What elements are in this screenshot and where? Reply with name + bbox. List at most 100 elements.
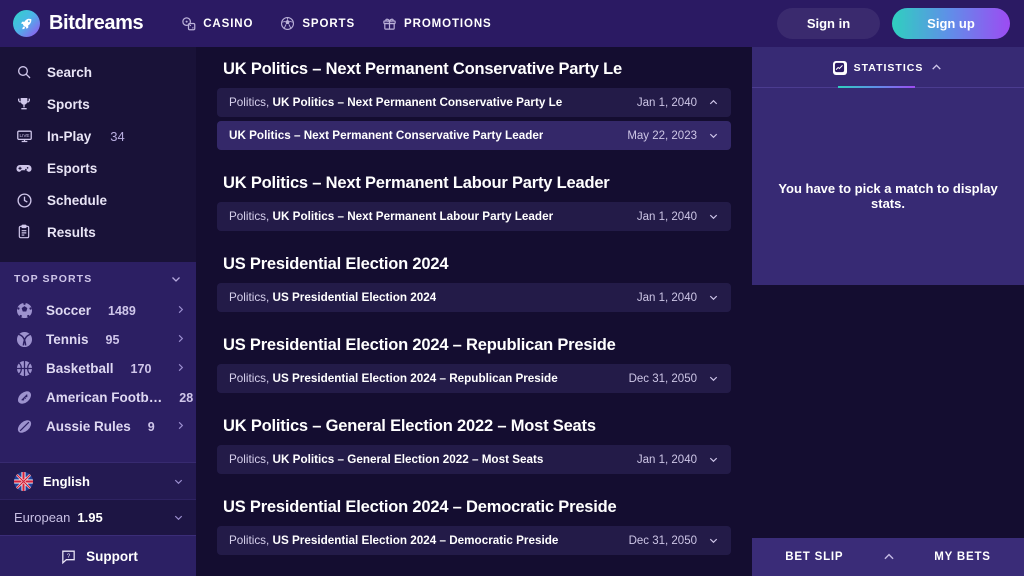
top-sport-label-tennis: Tennis	[46, 332, 89, 347]
clock-icon	[14, 190, 34, 210]
gift-icon	[381, 16, 397, 32]
left-sidebar: Search Sports LIVE In-Play 34 Esports Sc…	[0, 47, 196, 576]
brand-logo[interactable]: Bitdreams	[13, 10, 144, 37]
event-group-title: UK Politics – Next Permanent Conservativ…	[223, 60, 622, 78]
event-row-text: Politics, UK Politics – Next Permanent C…	[229, 96, 562, 109]
top-sport-american-football[interactable]: American Footb… 28	[0, 383, 196, 412]
event-row[interactable]: Politics, UK Politics – Next Permanent L…	[217, 202, 731, 231]
sign-in-button[interactable]: Sign in	[777, 8, 880, 39]
event-row[interactable]: Politics, US Presidential Election 2024 …	[217, 526, 731, 555]
event-row-name: US Presidential Election 2024 – Democrat…	[272, 534, 559, 547]
event-row-date: Jan 1, 2040	[636, 291, 697, 304]
language-selector[interactable]: English	[0, 462, 196, 499]
aussie-rules-ball-icon	[14, 416, 35, 437]
event-row-date: Jan 1, 2040	[636, 453, 697, 466]
sidebar-label-results: Results	[47, 224, 96, 240]
sidebar-label-schedule: Schedule	[47, 192, 108, 208]
top-sports-title: TOP SPORTS	[14, 273, 93, 285]
statistics-icon	[832, 60, 847, 75]
chevron-down-icon[interactable]	[707, 454, 719, 465]
sidebar-item-in-play[interactable]: LIVE In-Play 34	[0, 120, 196, 152]
nav-label-sports: SPORTS	[302, 17, 356, 30]
nav-item-promotions[interactable]: PROMOTIONS	[381, 16, 492, 32]
svg-text:LIVE: LIVE	[19, 132, 29, 137]
event-group-title: US Presidential Election 2024 – Republic…	[223, 336, 616, 354]
clipboard-icon	[14, 222, 34, 242]
bet-slip-button[interactable]: BET SLIP	[785, 551, 843, 563]
top-sport-count-american-football: 28	[179, 390, 194, 405]
top-sport-label-basketball: Basketball	[46, 361, 114, 376]
top-sport-tennis[interactable]: Tennis 95	[0, 325, 196, 354]
sidebar-label-search: Search	[47, 64, 93, 80]
event-row-date: Jan 1, 2040	[636, 210, 697, 223]
sidebar-count-in-play: 34	[110, 128, 125, 144]
brand-name: Bitdreams	[49, 12, 144, 34]
event-row-name: US Presidential Election 2024 – Republic…	[272, 372, 558, 385]
event-group: UK Politics – General Election 2022 – Mo…	[217, 404, 731, 474]
event-row-name: UK Politics – General Election 2022 – Mo…	[272, 453, 544, 466]
sidebar-label-sports: Sports	[47, 96, 90, 112]
event-row[interactable]: UK Politics – Next Permanent Conservativ…	[217, 121, 731, 150]
trophy-icon	[14, 94, 34, 114]
top-sport-basketball[interactable]: Basketball 170	[0, 354, 196, 383]
nav-item-sports[interactable]: SPORTS	[279, 16, 355, 32]
event-row-text: Politics, UK Politics – General Election…	[229, 453, 543, 466]
statistics-tab[interactable]: STATISTICS	[752, 47, 1024, 88]
chevron-down-icon	[173, 476, 184, 487]
top-sport-count-soccer: 1489	[108, 303, 136, 318]
event-row[interactable]: Politics, UK Politics – General Election…	[217, 445, 731, 474]
event-row-category: Politics,	[229, 96, 270, 109]
sidebar-label-in-play: In-Play	[47, 128, 92, 144]
event-row-name: US Presidential Election 2024	[272, 291, 437, 304]
sidebar-item-search[interactable]: Search	[0, 56, 196, 88]
support-button[interactable]: ? Support	[0, 535, 196, 576]
my-bets-button[interactable]: MY BETS	[934, 551, 991, 563]
nav-item-casino[interactable]: CASINO	[180, 16, 253, 32]
event-row[interactable]: Politics, US Presidential Election 2024 …	[217, 364, 731, 393]
sidebar-item-esports[interactable]: Esports	[0, 152, 196, 184]
chevron-down-icon[interactable]	[707, 292, 719, 303]
event-group: US Presidential Election 2024 Politics, U…	[217, 242, 731, 312]
chevron-down-icon[interactable]	[707, 535, 719, 546]
sidebar-item-schedule[interactable]: Schedule	[0, 184, 196, 216]
event-row[interactable]: Politics, US Presidential Election 2024 J…	[217, 283, 731, 312]
header-actions: Sign in Sign up	[777, 8, 1010, 39]
event-row-category: Politics,	[229, 453, 270, 466]
event-group: US Presidential Election 2024 – Republic…	[217, 323, 731, 393]
event-row-name: UK Politics – Next Permanent Labour Part…	[272, 210, 554, 223]
event-row-date: May 22, 2023	[627, 129, 697, 142]
top-sport-label-american-football: American Footb…	[46, 390, 163, 405]
chat-help-icon: ?	[58, 546, 78, 566]
sidebar-label-esports: Esports	[47, 160, 98, 176]
tennis-ball-icon	[14, 329, 35, 350]
sidebar-item-sports[interactable]: Sports	[0, 88, 196, 120]
sidebar-item-results[interactable]: Results	[0, 216, 196, 248]
event-row[interactable]: Politics, UK Politics – Next Permanent C…	[217, 88, 731, 117]
event-row-date: Jan 1, 2040	[636, 96, 697, 109]
chevron-up-icon[interactable]	[707, 97, 719, 108]
event-row-text: Politics, UK Politics – Next Permanent L…	[229, 210, 553, 223]
odds-format-selector[interactable]: European 1.95	[0, 499, 196, 535]
event-row-date: Dec 31, 2050	[628, 372, 697, 385]
nav-label-promotions: PROMOTIONS	[404, 17, 492, 30]
top-sports-header[interactable]: TOP SPORTS	[0, 262, 196, 296]
event-row-name: UK Politics – Next Permanent Conservativ…	[272, 96, 563, 109]
event-row-text: Politics, US Presidential Election 2024 …	[229, 372, 558, 385]
nav-label-casino: CASINO	[203, 17, 254, 30]
top-sport-soccer[interactable]: Soccer 1489	[0, 296, 196, 325]
chevron-down-icon[interactable]	[707, 373, 719, 384]
chevron-up-icon[interactable]	[930, 61, 943, 74]
chevron-down-icon[interactable]	[707, 130, 719, 141]
chevron-up-icon[interactable]	[882, 550, 896, 564]
chevron-right-icon	[175, 418, 186, 436]
top-sport-aussie-rules[interactable]: Aussie Rules 9	[0, 412, 196, 441]
sign-up-button[interactable]: Sign up	[892, 8, 1010, 39]
top-sport-label-soccer: Soccer	[46, 303, 92, 318]
event-list[interactable]: UK Politics – Next Permanent Conservativ…	[196, 47, 752, 576]
top-sport-count-tennis: 95	[105, 332, 120, 347]
live-monitor-icon: LIVE	[14, 126, 34, 146]
chevron-down-icon[interactable]	[707, 211, 719, 222]
event-group: UK Politics – Next Permanent Labour Part…	[217, 161, 731, 231]
support-label: Support	[86, 548, 138, 564]
event-group-title: UK Politics – General Election 2022 – Mo…	[223, 417, 596, 435]
